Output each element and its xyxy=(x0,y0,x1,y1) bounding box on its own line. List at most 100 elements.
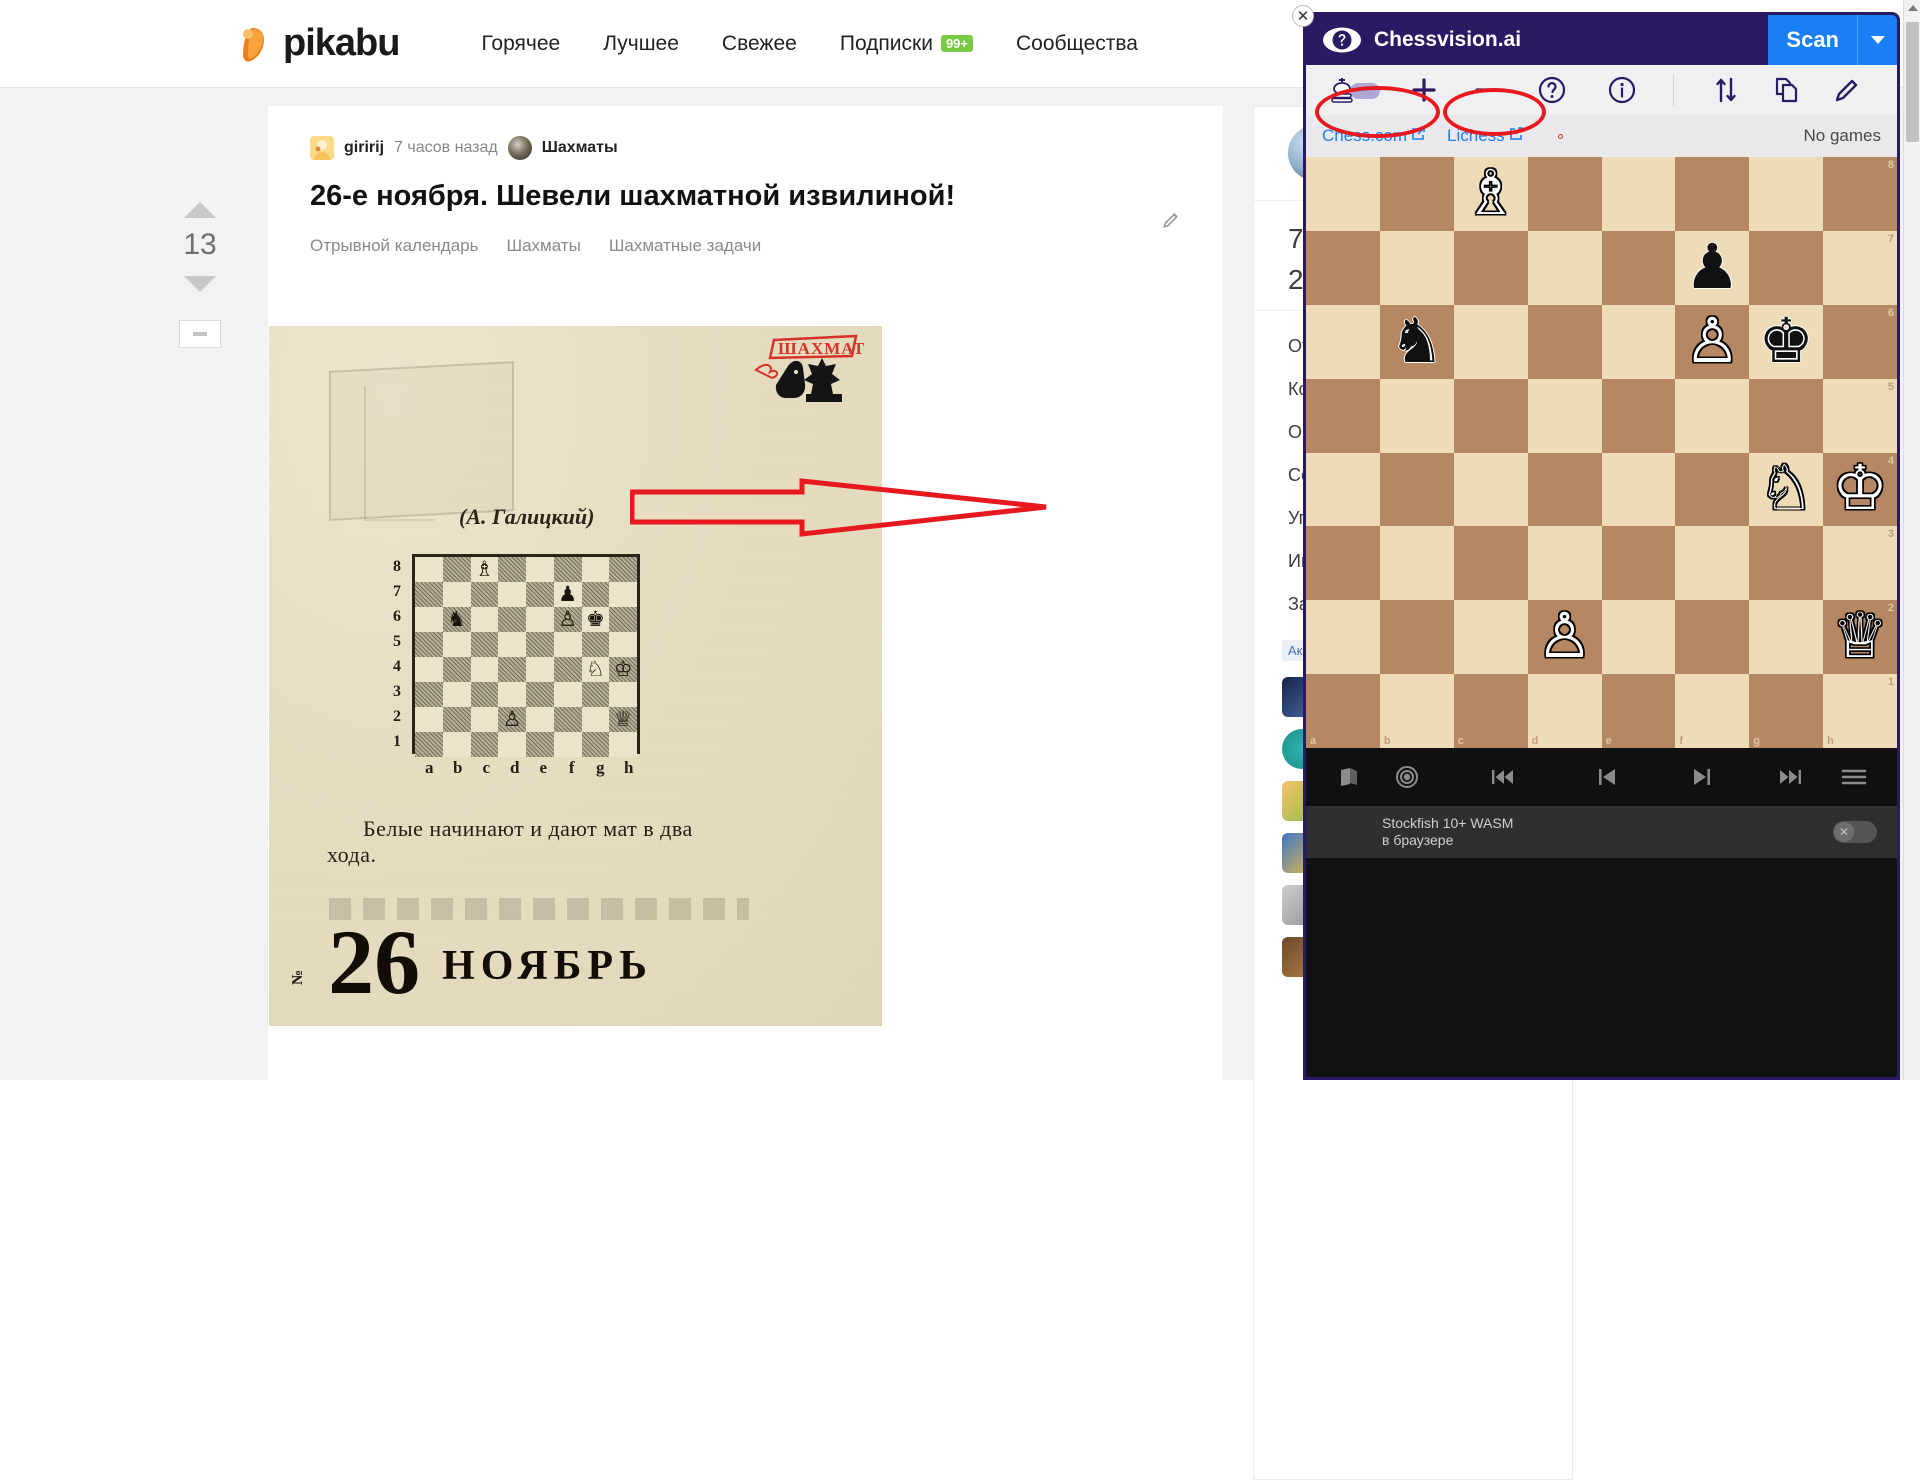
nav-item-communities[interactable]: Сообщества xyxy=(1016,32,1138,56)
board-square-a8[interactable] xyxy=(1306,157,1380,231)
piece-white-bishop[interactable]: ♗ xyxy=(1454,157,1528,231)
piece-black-knight[interactable]: ♞ xyxy=(1380,305,1454,379)
tag-item[interactable]: Отрывной календарь xyxy=(310,236,479,256)
downvote-button[interactable] xyxy=(184,276,216,292)
nav-item-hot[interactable]: Горячее xyxy=(481,32,560,56)
step-back-icon[interactable] xyxy=(1560,766,1655,788)
king-toggle[interactable] xyxy=(1326,75,1388,105)
board-square-g7[interactable] xyxy=(1749,231,1823,305)
board-square-h4[interactable]: 4♔ xyxy=(1823,453,1897,527)
board-square-b6[interactable]: ♞ xyxy=(1380,305,1454,379)
board-square-d8[interactable] xyxy=(1528,157,1602,231)
board-square-b3[interactable] xyxy=(1380,526,1454,600)
page-scrollbar[interactable] xyxy=(1903,0,1920,1080)
board-square-b7[interactable] xyxy=(1380,231,1454,305)
plus-icon[interactable] xyxy=(1388,76,1461,104)
board-square-a5[interactable] xyxy=(1306,379,1380,453)
piece-black-pawn[interactable]: ♟ xyxy=(1675,231,1749,305)
board-square-c1[interactable]: c xyxy=(1454,674,1528,748)
board-square-d4[interactable] xyxy=(1528,453,1602,527)
menu-icon[interactable] xyxy=(1833,767,1875,787)
board-square-h7[interactable]: 7 xyxy=(1823,231,1897,305)
board-square-b1[interactable]: b xyxy=(1380,674,1454,748)
pikabu-logo[interactable]: pikabu xyxy=(233,22,399,65)
board-square-h8[interactable]: 8 xyxy=(1823,157,1897,231)
board-square-g3[interactable] xyxy=(1749,526,1823,600)
tag-item[interactable]: Шахматные задачи xyxy=(609,236,761,256)
board-square-h3[interactable]: 3 xyxy=(1823,526,1897,600)
board-square-g8[interactable] xyxy=(1749,157,1823,231)
board-square-b5[interactable] xyxy=(1380,379,1454,453)
author-name[interactable]: giririj xyxy=(344,139,384,157)
board-square-e8[interactable] xyxy=(1602,157,1676,231)
board-square-d1[interactable]: d xyxy=(1528,674,1602,748)
close-panel-button[interactable]: ✕ xyxy=(1292,5,1314,27)
board-square-g5[interactable] xyxy=(1749,379,1823,453)
board-square-c7[interactable] xyxy=(1454,231,1528,305)
board-square-c5[interactable] xyxy=(1454,379,1528,453)
board-square-e6[interactable] xyxy=(1602,305,1676,379)
tag-item[interactable]: Шахматы xyxy=(507,236,581,256)
book-icon[interactable] xyxy=(1328,765,1370,789)
community-avatar[interactable] xyxy=(508,136,532,160)
board-square-d3[interactable] xyxy=(1528,526,1602,600)
nav-item-fresh[interactable]: Свежее xyxy=(722,32,797,56)
board-square-f7[interactable]: ♟ xyxy=(1675,231,1749,305)
board-square-c6[interactable] xyxy=(1454,305,1528,379)
edit-icon[interactable] xyxy=(1817,76,1877,104)
board-square-f6[interactable]: ♙ xyxy=(1675,305,1749,379)
help-icon[interactable] xyxy=(1513,75,1592,105)
rewind-start-icon[interactable] xyxy=(1444,767,1560,787)
piece-black-king[interactable]: ♚ xyxy=(1749,305,1823,379)
board-square-f5[interactable] xyxy=(1675,379,1749,453)
engine-toggle[interactable]: ✕ xyxy=(1833,821,1877,843)
board-square-a6[interactable] xyxy=(1306,305,1380,379)
board-square-d7[interactable] xyxy=(1528,231,1602,305)
step-forward-icon[interactable] xyxy=(1655,766,1750,788)
board-square-c3[interactable] xyxy=(1454,526,1528,600)
target-icon[interactable] xyxy=(1370,765,1444,789)
scan-button[interactable]: Scan xyxy=(1768,15,1857,65)
post-image-newspaper-scan[interactable]: ШАХМАТЫ (А. Галицкий) 8 7 6 5 4 3 xyxy=(269,326,882,1026)
board-square-e4[interactable] xyxy=(1602,453,1676,527)
community-name[interactable]: Шахматы xyxy=(542,139,618,157)
board-square-b8[interactable] xyxy=(1380,157,1454,231)
chessvision-board[interactable]: ♗8♟7♞♙♚65♘4♔3♙2♕abcdefg1h xyxy=(1306,157,1897,748)
board-square-d5[interactable] xyxy=(1528,379,1602,453)
board-square-e7[interactable] xyxy=(1602,231,1676,305)
board-square-a7[interactable] xyxy=(1306,231,1380,305)
board-square-g4[interactable]: ♘ xyxy=(1749,453,1823,527)
board-square-e5[interactable] xyxy=(1602,379,1676,453)
board-square-f8[interactable] xyxy=(1675,157,1749,231)
piece-white-pawn[interactable]: ♙ xyxy=(1675,305,1749,379)
board-square-g2[interactable] xyxy=(1749,600,1823,674)
scan-dropdown-caret-icon[interactable] xyxy=(1857,15,1897,65)
board-square-h2[interactable]: 2♕ xyxy=(1823,600,1897,674)
flip-board-icon[interactable] xyxy=(1696,75,1756,105)
board-square-a4[interactable] xyxy=(1306,453,1380,527)
upvote-button[interactable] xyxy=(184,202,216,218)
board-square-c4[interactable] xyxy=(1454,453,1528,527)
board-square-d2[interactable]: ♙ xyxy=(1528,600,1602,674)
edit-post-icon[interactable] xyxy=(1161,210,1181,235)
board-square-e3[interactable] xyxy=(1602,526,1676,600)
post-title[interactable]: 26-е ноября. Шевели шахматной извилиной! xyxy=(310,178,1181,214)
piece-white-knight[interactable]: ♘ xyxy=(1749,453,1823,527)
board-square-h6[interactable]: 6 xyxy=(1823,305,1897,379)
board-square-a2[interactable] xyxy=(1306,600,1380,674)
copy-icon[interactable] xyxy=(1756,75,1818,105)
collapse-post-button[interactable] xyxy=(179,320,221,348)
board-square-b2[interactable] xyxy=(1380,600,1454,674)
board-square-f4[interactable] xyxy=(1675,453,1749,527)
board-square-a3[interactable] xyxy=(1306,526,1380,600)
board-square-h1[interactable]: 1h xyxy=(1823,674,1897,748)
board-square-f2[interactable] xyxy=(1675,600,1749,674)
nav-item-subscriptions[interactable]: Подписки 99+ xyxy=(840,32,973,56)
minus-icon[interactable] xyxy=(1461,76,1513,104)
board-square-d6[interactable] xyxy=(1528,305,1602,379)
scrollbar-thumb[interactable] xyxy=(1906,22,1919,142)
author-avatar[interactable] xyxy=(310,136,334,160)
piece-white-king[interactable]: ♔ xyxy=(1823,453,1897,527)
fast-forward-end-icon[interactable] xyxy=(1750,767,1834,787)
board-square-c8[interactable]: ♗ xyxy=(1454,157,1528,231)
